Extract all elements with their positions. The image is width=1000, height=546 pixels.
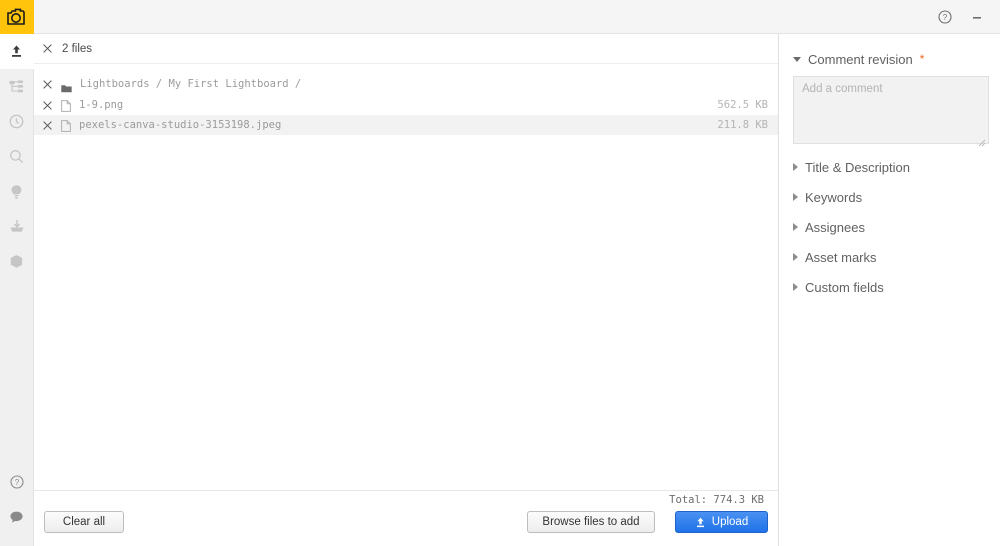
files-list: Lightboards / My First Lightboard / 1-9.…	[34, 64, 778, 490]
window-titlebar: ?	[34, 0, 1000, 34]
table-row[interactable]: pexels-canva-studio-3153198.jpeg 211.8 K…	[34, 115, 778, 135]
chevron-right-icon	[793, 223, 798, 231]
upload-window: ? ? 2 files Lightboards / My First Light…	[0, 0, 1000, 546]
required-marker: *	[919, 52, 925, 66]
camera-logo-icon	[6, 8, 25, 25]
sidebar-item-feedback[interactable]	[0, 499, 34, 534]
files-count-label: 2 files	[62, 42, 93, 55]
lightbulb-icon	[11, 184, 22, 199]
section-asset-marks[interactable]: Asset marks	[788, 242, 992, 272]
file-name: pexels-canva-studio-3153198.jpeg	[79, 119, 282, 131]
sidebar-item-downloads[interactable]	[0, 209, 34, 244]
help-circle-icon: ?	[9, 474, 24, 489]
chevron-right-icon	[793, 283, 798, 291]
folder-breadcrumb-row: Lightboards / My First Lightboard /	[34, 73, 778, 95]
file-size: 562.5 KB	[717, 99, 768, 111]
section-keywords[interactable]: Keywords	[788, 182, 992, 212]
clear-files-icon[interactable]	[42, 43, 53, 54]
file-icon	[61, 99, 71, 112]
upload-button-label: Upload	[711, 516, 749, 528]
files-panel-header: 2 files	[34, 34, 778, 64]
file-size: 211.8 KB	[717, 119, 768, 131]
search-icon	[10, 150, 24, 164]
section-label: Asset marks	[805, 249, 877, 265]
upload-icon	[695, 517, 706, 528]
minimize-icon	[973, 16, 981, 19]
chevron-right-icon	[793, 163, 798, 171]
file-name: 1-9.png	[79, 99, 124, 111]
resize-grip-icon[interactable]	[978, 134, 986, 147]
sidebar-item-search[interactable]	[0, 139, 34, 174]
svg-text:?: ?	[943, 13, 948, 22]
browse-files-button[interactable]: Browse files to add	[527, 511, 655, 533]
chevron-down-icon	[793, 56, 801, 62]
section-label: Keywords	[805, 189, 863, 205]
titlebar-help-button[interactable]: ?	[934, 6, 956, 28]
package-icon	[10, 255, 23, 268]
metadata-panel: Comment revision * Add a comment Title &…	[780, 34, 1000, 546]
section-label: Assignees	[805, 219, 865, 235]
help-circle-icon: ?	[938, 9, 952, 24]
clock-icon	[9, 114, 24, 129]
section-assignees[interactable]: Assignees	[788, 212, 992, 242]
folder-icon	[61, 80, 72, 92]
file-icon	[61, 119, 71, 132]
sidebar-item-packages[interactable]	[0, 244, 34, 279]
section-label: Custom fields	[805, 279, 884, 295]
chevron-right-icon	[793, 193, 798, 201]
section-title-description[interactable]: Title & Description	[788, 152, 992, 182]
files-panel-footer: Total: 774.3 KB Clear all Browse files t…	[34, 490, 778, 546]
minimize-button[interactable]	[966, 6, 988, 28]
sidebar-item-browse[interactable]	[0, 69, 34, 104]
clear-all-button[interactable]: Clear all	[44, 511, 124, 533]
chevron-right-icon	[793, 253, 798, 261]
breadcrumb: Lightboards / My First Lightboard /	[80, 78, 302, 90]
section-label: Comment revision	[808, 51, 913, 67]
section-label: Title & Description	[805, 159, 910, 175]
upload-button[interactable]: Upload	[675, 511, 768, 533]
upload-files-panel: 2 files Lightboards / My First Lightboar…	[34, 34, 779, 546]
comment-input[interactable]: Add a comment	[793, 76, 989, 147]
tree-structure-icon	[9, 80, 23, 92]
remove-file-icon[interactable]	[42, 120, 53, 131]
total-size-label: Total: 774.3 KB	[669, 494, 764, 506]
download-icon	[10, 220, 23, 232]
svg-text:?: ?	[14, 478, 19, 487]
table-row[interactable]: 1-9.png 562.5 KB	[34, 95, 778, 115]
upload-icon	[11, 45, 21, 57]
section-custom-fields[interactable]: Custom fields	[788, 272, 992, 302]
remove-file-icon[interactable]	[42, 100, 53, 111]
app-logo[interactable]	[0, 0, 34, 34]
sidebar-item-help[interactable]: ?	[0, 464, 34, 499]
left-navigation-rail: ?	[0, 0, 34, 546]
sidebar-item-lightboards[interactable]	[0, 174, 34, 209]
section-comment-revision[interactable]: Comment revision *	[788, 44, 992, 74]
remove-folder-icon[interactable]	[42, 79, 53, 90]
comment-placeholder: Add a comment	[802, 83, 883, 95]
sidebar-item-recent[interactable]	[0, 104, 34, 139]
chat-bubble-icon	[10, 511, 23, 523]
sidebar-item-upload[interactable]	[0, 34, 34, 69]
